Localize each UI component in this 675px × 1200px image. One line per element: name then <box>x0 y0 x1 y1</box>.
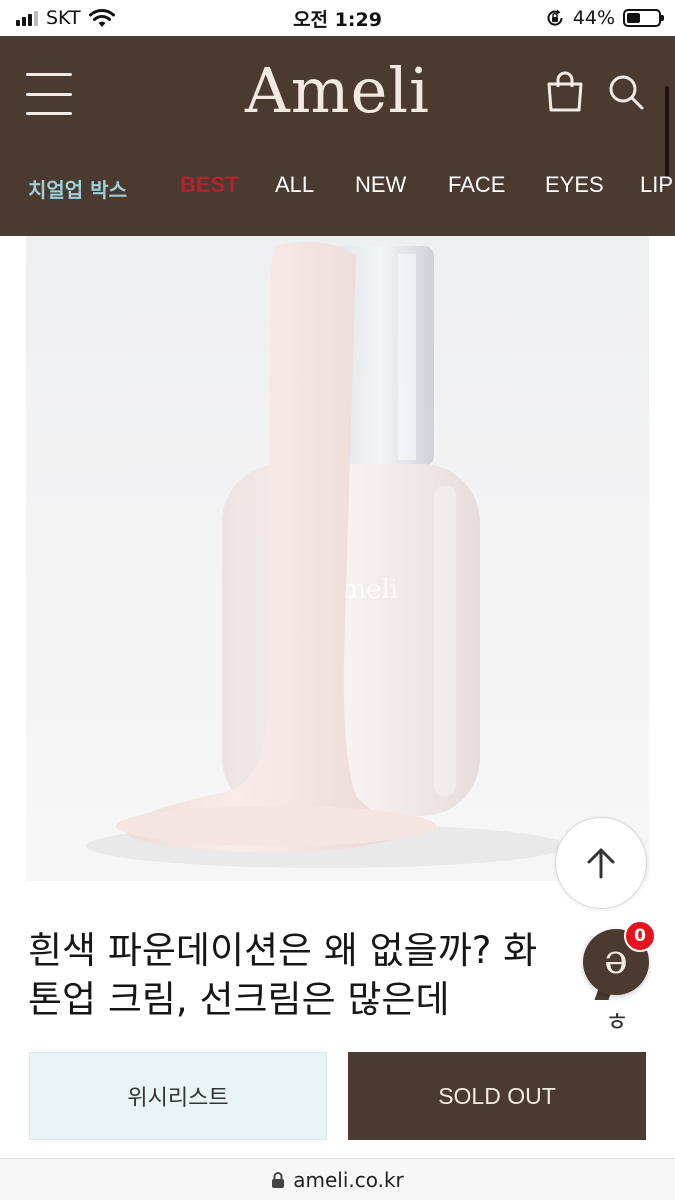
arrow-up-icon <box>587 848 615 879</box>
product-title: 흰색 파운데이션은 왜 없을까? 화 톤업 크림, 선크림은 많은데 <box>28 926 608 1024</box>
browser-url-bar[interactable]: ameli.co.kr <box>0 1158 675 1200</box>
sold-out-button[interactable]: SOLD OUT <box>348 1052 646 1140</box>
carrier-label: SKT <box>46 7 81 29</box>
wifi-icon <box>88 8 115 28</box>
nav-item-eyes[interactable]: EYES <box>545 172 604 198</box>
wishlist-button[interactable]: 위시리스트 <box>29 1052 327 1140</box>
nav-item-cheerup-box[interactable]: 치얼업 박스 <box>28 174 127 203</box>
scroll-to-top-button[interactable] <box>555 817 647 909</box>
scrollbar[interactable] <box>665 86 669 178</box>
site-header: Ameli 치얼업 박스 BEST ALL NEW FACE EYES LIP <box>0 36 675 236</box>
nav-item-lip[interactable]: LIP <box>640 172 673 198</box>
product-title-line-1: 흰색 파운데이션은 왜 없을까? 화 <box>28 929 538 972</box>
nav-item-new[interactable]: NEW <box>355 172 406 198</box>
chat-badge: 0 <box>624 920 656 952</box>
status-bar: SKT 오전 1:29 44% <box>0 0 675 36</box>
battery-icon <box>623 9 664 27</box>
status-left: SKT <box>16 7 115 29</box>
signal-icon <box>16 10 38 26</box>
nav-item-face[interactable]: FACE <box>448 172 505 198</box>
partial-text: ㅎ <box>605 1008 629 1038</box>
url-text: ameli.co.kr <box>293 1167 404 1192</box>
product-bottle-illustration: ameli <box>86 241 566 868</box>
lock-icon <box>272 1171 285 1188</box>
battery-percent: 44% <box>572 7 615 29</box>
battery-fill <box>627 13 641 23</box>
product-title-line-2: 톤업 크림, 선크림은 많은데 <box>28 978 450 1021</box>
product-image: ameli <box>26 236 649 881</box>
search-icon[interactable] <box>606 72 646 116</box>
orientation-lock-icon <box>545 8 565 28</box>
status-right: 44% <box>545 7 664 29</box>
nav-item-all[interactable]: ALL <box>275 172 314 198</box>
shopping-bag-icon[interactable] <box>543 70 587 116</box>
category-nav: 치얼업 박스 BEST ALL NEW FACE EYES LIP <box>0 172 675 206</box>
chat-logo-icon: ə <box>604 937 628 983</box>
nav-item-best[interactable]: BEST <box>180 172 239 198</box>
